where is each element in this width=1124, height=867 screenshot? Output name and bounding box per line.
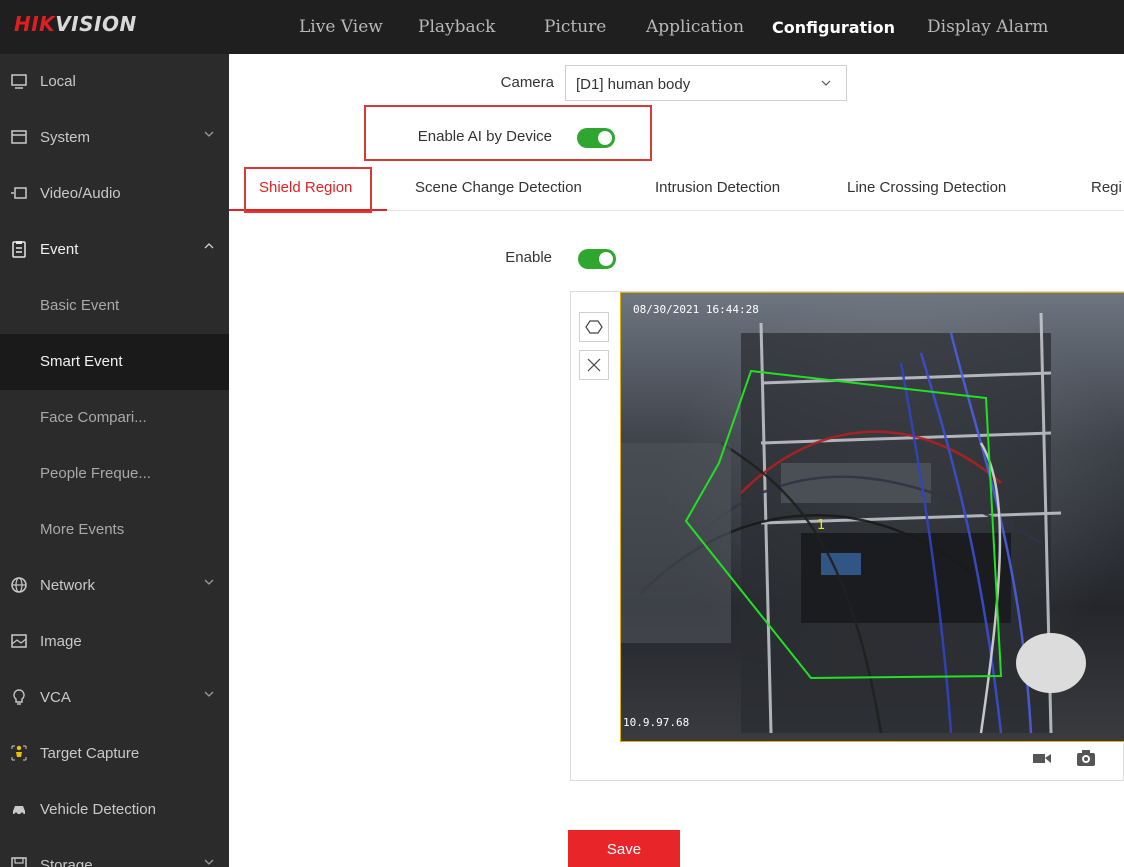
- sidebar-item-face-comparison[interactable]: Face Compari...: [0, 390, 229, 446]
- toggle-knob: [598, 131, 612, 145]
- close-icon: [587, 358, 601, 372]
- sidebar-item-local[interactable]: Local: [0, 54, 229, 110]
- storage-icon: [11, 857, 27, 867]
- clear-region-button[interactable]: [579, 350, 609, 380]
- sidebar-item-label: Face Compari...: [40, 409, 147, 426]
- sidebar-item-label: Local: [40, 73, 76, 90]
- record-video-icon[interactable]: [1031, 748, 1053, 768]
- sidebar-item-label: Network: [40, 577, 96, 594]
- nav-picture[interactable]: Picture: [544, 17, 606, 37]
- osd-timestamp: 08/30/2021 16:44:28: [633, 303, 759, 316]
- tab-region-entrance[interactable]: Regi: [1091, 179, 1122, 196]
- nav-application[interactable]: Application: [646, 17, 744, 37]
- system-icon: [11, 130, 27, 144]
- car-icon: [13, 806, 25, 816]
- sidebar-item-smart-event[interactable]: Smart Event: [0, 334, 229, 390]
- active-tab-underline: [229, 209, 387, 211]
- sidebar-item-vca[interactable]: VCA: [0, 670, 229, 726]
- sidebar: Local System Video/Audio Event Basic Eve…: [0, 54, 229, 867]
- tab-line-crossing-detection[interactable]: Line Crossing Detection: [847, 179, 1006, 196]
- sidebar-item-label: VCA: [40, 689, 71, 706]
- sidebar-item-image[interactable]: Image: [0, 614, 229, 670]
- chevron-down-icon: [204, 579, 214, 585]
- image-icon: [11, 634, 27, 648]
- sidebar-item-label: Smart Event: [40, 353, 123, 370]
- sidebar-item-event[interactable]: Event: [0, 222, 229, 278]
- draw-region-button[interactable]: [579, 312, 609, 342]
- enable-label: Enable: [505, 249, 552, 266]
- enable-ai-label: Enable AI by Device: [417, 128, 552, 145]
- globe-icon: [11, 577, 27, 593]
- tab-intrusion-detection[interactable]: Intrusion Detection: [655, 179, 780, 196]
- camera-capture-icon[interactable]: [1075, 748, 1097, 768]
- sidebar-item-label: Video/Audio: [40, 185, 121, 202]
- hikvision-logo: HIKVISION: [14, 12, 137, 36]
- sidebar-item-people-frequency[interactable]: People Freque...: [0, 446, 229, 502]
- nav-display-alarm[interactable]: Display Alarm: [927, 17, 1048, 37]
- nav-live-view[interactable]: Live View: [299, 17, 383, 37]
- live-video-view[interactable]: 1 08/30/2021 16:44:28 10.9.97.68: [620, 292, 1124, 742]
- video-audio-icon: [11, 187, 27, 199]
- enable-toggle[interactable]: [578, 249, 616, 269]
- sidebar-item-label: Event: [40, 241, 79, 258]
- camera-select[interactable]: [D1] human body: [565, 65, 847, 101]
- chevron-down-icon: [204, 131, 214, 137]
- sidebar-item-system[interactable]: System: [0, 110, 229, 166]
- sidebar-item-label: Basic Event: [40, 297, 120, 314]
- sidebar-item-label: Image: [40, 633, 82, 650]
- event-icon: [12, 241, 26, 258]
- sidebar-item-basic-event[interactable]: Basic Event: [0, 278, 229, 334]
- top-bar: HIKVISION Live View Playback Picture App…: [0, 0, 1124, 54]
- osd-ip-address: 10.9.97.68: [623, 716, 690, 729]
- person-icon: [11, 745, 27, 761]
- nav-configuration[interactable]: Configuration: [772, 18, 895, 37]
- monitor-icon: [11, 74, 27, 89]
- logo-hik: HIK: [14, 12, 56, 36]
- enable-ai-toggle[interactable]: [577, 128, 615, 148]
- sidebar-item-label: People Freque...: [40, 465, 151, 482]
- toggle-knob: [599, 252, 613, 266]
- sidebar-item-label: Vehicle Detection: [40, 801, 156, 818]
- nav-playback[interactable]: Playback: [418, 17, 495, 37]
- video-panel: 1 08/30/2021 16:44:28 10.9.97.68: [570, 291, 1124, 781]
- bulb-icon: [13, 689, 25, 705]
- chevron-down-icon: [204, 859, 214, 865]
- chevron-down-icon: [821, 80, 831, 86]
- sidebar-item-video-audio[interactable]: Video/Audio: [0, 166, 229, 222]
- chevron-up-icon: [204, 243, 214, 249]
- sidebar-item-storage[interactable]: Storage: [0, 838, 229, 867]
- chevron-down-icon: [204, 691, 214, 697]
- camera-select-value: [D1] human body: [576, 76, 691, 93]
- sidebar-item-network[interactable]: Network: [0, 558, 229, 614]
- sidebar-item-more-events[interactable]: More Events: [0, 502, 229, 558]
- sidebar-item-target-capture[interactable]: Target Capture: [0, 726, 229, 782]
- sidebar-item-label: More Events: [40, 521, 125, 538]
- camera-label: Camera: [500, 74, 554, 91]
- video-scene: 1: [621, 312, 1086, 734]
- tab-bar: Shield Region Scene Change Detection Int…: [229, 165, 1124, 211]
- tab-shield-region[interactable]: Shield Region: [259, 179, 352, 196]
- save-button[interactable]: Save: [568, 830, 680, 867]
- region-number-label: 1: [817, 518, 825, 533]
- sidebar-item-vehicle-detection[interactable]: Vehicle Detection: [0, 782, 229, 838]
- sidebar-item-label: Target Capture: [40, 745, 140, 762]
- sidebar-item-label: Storage: [40, 857, 93, 867]
- sidebar-item-label: System: [40, 129, 91, 146]
- logo-vision: VISION: [55, 12, 137, 36]
- hexagon-icon: [585, 320, 603, 334]
- tab-scene-change-detection[interactable]: Scene Change Detection: [415, 179, 582, 196]
